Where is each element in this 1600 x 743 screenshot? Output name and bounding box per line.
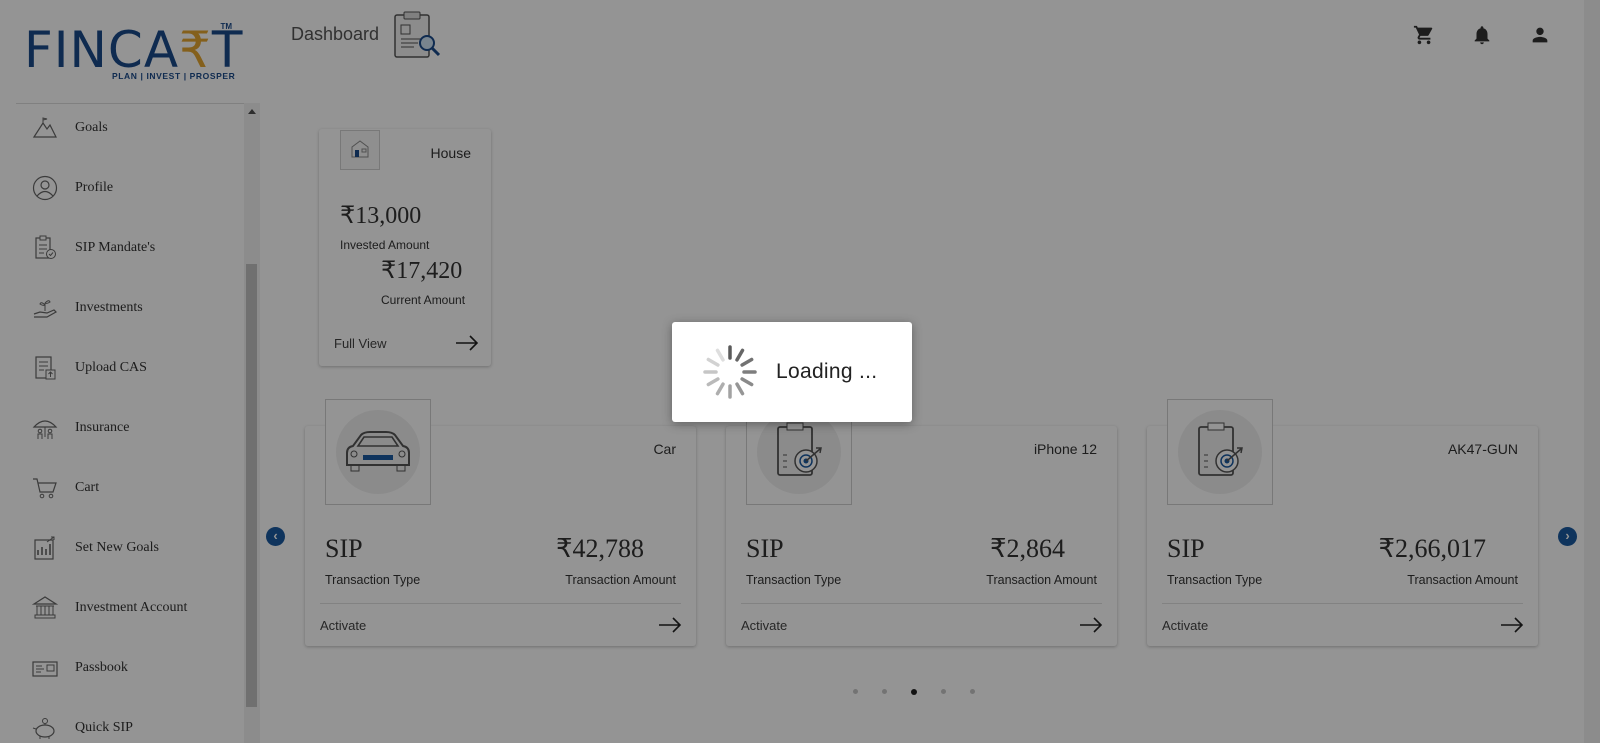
loading-dialog: Loading ... [672, 322, 912, 422]
spinner-tick [740, 377, 754, 387]
spinner-icon [703, 345, 757, 399]
spinner-tick [706, 377, 720, 387]
spinner-tick [740, 357, 754, 367]
spinner-tick [715, 382, 725, 396]
spinner-tick [706, 357, 720, 367]
spinner-tick [735, 348, 745, 362]
spinner-tick [735, 382, 745, 396]
loading-text: Loading ... [776, 360, 878, 383]
spinner-tick [715, 348, 725, 362]
